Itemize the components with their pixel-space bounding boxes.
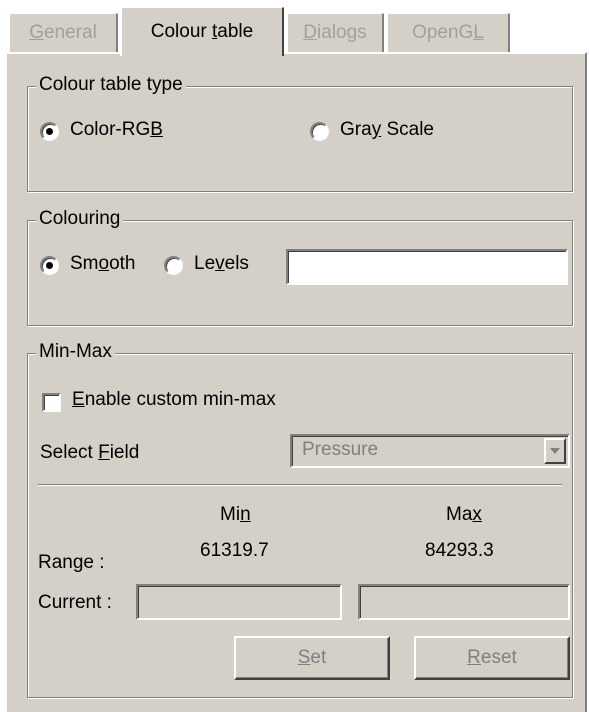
smooth-radio[interactable]: [40, 256, 59, 275]
gray-scale-radio[interactable]: [310, 122, 329, 141]
colour-table-type-group: Colour table type Color-RGB Gray Scale: [27, 74, 573, 192]
select-field-dropdown[interactable]: Pressure: [290, 434, 570, 468]
smooth-label[interactable]: Smooth: [70, 253, 136, 275]
enable-custom-minmax-checkbox[interactable]: [42, 393, 61, 412]
levels-radio[interactable]: [164, 256, 183, 275]
current-min-input[interactable]: [136, 584, 342, 620]
current-label: Current :: [38, 592, 112, 613]
min-header: Min: [220, 504, 251, 525]
tab-general[interactable]: General: [8, 12, 118, 52]
reset-button[interactable]: Reset: [414, 636, 570, 680]
minmax-legend: Min-Max: [36, 341, 115, 363]
max-header: Max: [446, 504, 482, 525]
set-button-label: Set: [297, 647, 327, 668]
tab-opengl-label: OpenGL: [412, 22, 484, 43]
set-button[interactable]: Set: [234, 636, 390, 680]
tab-general-label: General: [29, 22, 97, 43]
range-max-value: 84293.3: [425, 540, 494, 561]
current-max-input[interactable]: [358, 584, 570, 620]
select-field-dropdown-button[interactable]: [544, 438, 566, 464]
range-label: Range :: [38, 552, 105, 573]
minmax-group: Min-Max Enable custom min-max Select Fie…: [27, 341, 573, 698]
tab-panel-colour-table: Colour table type Color-RGB Gray Scale C…: [5, 52, 587, 712]
tab-colour-table[interactable]: Colour table: [120, 6, 284, 56]
select-field-label: Select Field: [40, 442, 140, 463]
levels-input[interactable]: [286, 249, 568, 285]
reset-button-label: Reset: [467, 647, 517, 668]
tab-opengl[interactable]: OpenGL: [386, 12, 510, 52]
minmax-separator: [38, 484, 562, 486]
chevron-down-icon: [550, 448, 560, 454]
gray-scale-label[interactable]: Gray Scale: [340, 119, 434, 141]
colouring-group: Colouring Smooth Levels: [27, 208, 573, 326]
enable-custom-minmax-label[interactable]: Enable custom min-max: [72, 389, 276, 411]
range-min-value: 61319.7: [200, 540, 269, 561]
tab-dialogs-label: Dialogs: [303, 22, 367, 43]
select-field-value: Pressure: [302, 439, 379, 460]
color-rgb-radio[interactable]: [40, 122, 59, 141]
color-rgb-label[interactable]: Color-RGB: [70, 119, 163, 141]
tab-colour-table-label: Colour table: [150, 21, 254, 42]
colouring-legend: Colouring: [36, 208, 124, 230]
colour-table-type-legend: Colour table type: [36, 74, 186, 96]
tab-dialogs[interactable]: Dialogs: [286, 12, 384, 52]
levels-label[interactable]: Levels: [194, 253, 249, 275]
